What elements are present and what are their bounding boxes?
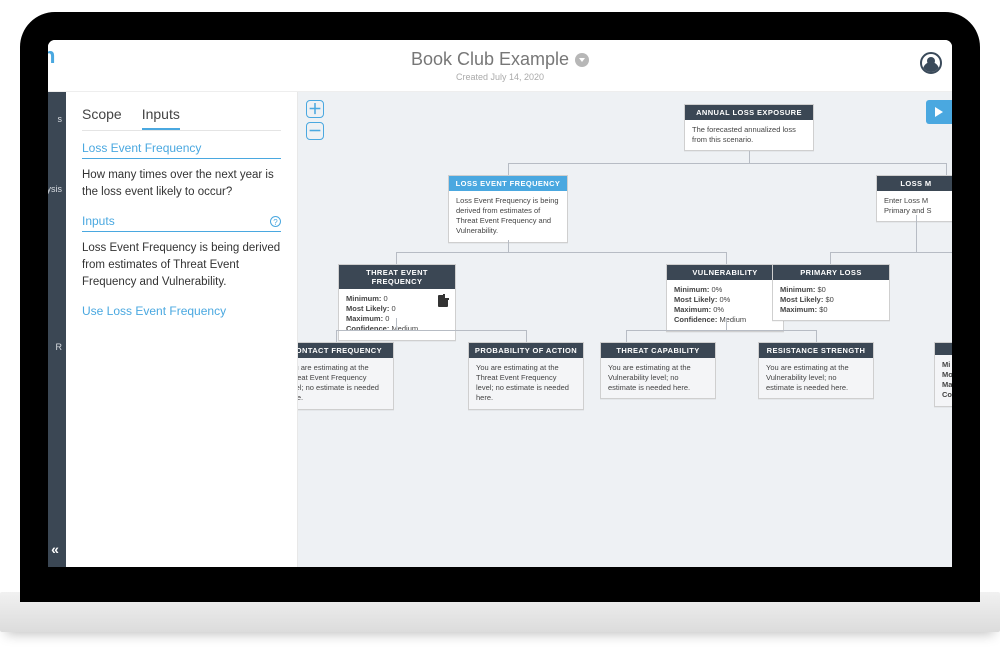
zoom-in-button[interactable]: ＋ [306,100,324,118]
section-body-lef: How many times over the next year is the… [82,167,281,200]
navrail-item[interactable]: R [56,342,63,352]
section-heading-inputs: Inputs ? [82,214,281,232]
node-vulnerability[interactable]: VULNERABILITY Minimum: 0% Most Likely: 0… [666,264,784,332]
node-resistance-strength[interactable]: RESISTANCE STRENGTH You are estimating a… [758,342,874,399]
node-lef[interactable]: LOSS EVENT FREQUENCY Loss Event Frequenc… [448,175,568,243]
collapse-rail-icon[interactable]: « [48,541,62,557]
tree-canvas[interactable]: ＋ － ANNUAL LOSS EXPOSURE The forecasted … [298,92,952,567]
details-panel: Scope Inputs Loss Event Frequency How ma… [66,92,298,567]
run-button[interactable] [926,100,952,124]
nav-rail: s lysis R « [48,92,66,567]
section-body-inputs: Loss Event Frequency is being derived fr… [82,240,281,290]
navrail-item[interactable]: lysis [48,184,62,194]
node-primary-loss[interactable]: PRIMARY LOSS Minimum: $0 Most Likely: $0… [772,264,890,321]
node-ale[interactable]: ANNUAL LOSS EXPOSURE The forecasted annu… [684,104,814,151]
chevron-down-icon[interactable] [575,53,589,67]
navrail-item[interactable]: s [58,114,63,124]
page-title[interactable]: Book Club Example [411,49,589,70]
section-heading-lef: Loss Event Frequency [82,141,281,159]
page-subtitle: Created July 14, 2020 [411,72,589,82]
page-title-text: Book Club Example [411,49,569,70]
top-bar: n Book Club Example Created July 14, 202… [48,40,952,92]
avatar[interactable] [920,52,942,74]
node-partial[interactable]: Mi Mo Ma Co [934,342,952,407]
node-probability-of-action[interactable]: PROBABILITY OF ACTION You are estimating… [468,342,584,410]
node-loss-magnitude[interactable]: LOSS M Enter Loss M Primary and S [876,175,952,222]
help-icon[interactable]: ? [270,216,281,227]
document-icon [438,295,448,307]
zoom-out-button[interactable]: － [306,122,324,140]
node-contact-frequency[interactable]: CONTACT FREQUENCY You are estimating at … [298,342,394,410]
brand-logo-fragment: n [42,43,55,69]
tab-inputs[interactable]: Inputs [142,106,180,130]
node-threat-capability[interactable]: THREAT CAPABILITY You are estimating at … [600,342,716,399]
use-lef-link[interactable]: Use Loss Event Frequency [82,304,281,318]
tab-scope[interactable]: Scope [82,106,122,130]
